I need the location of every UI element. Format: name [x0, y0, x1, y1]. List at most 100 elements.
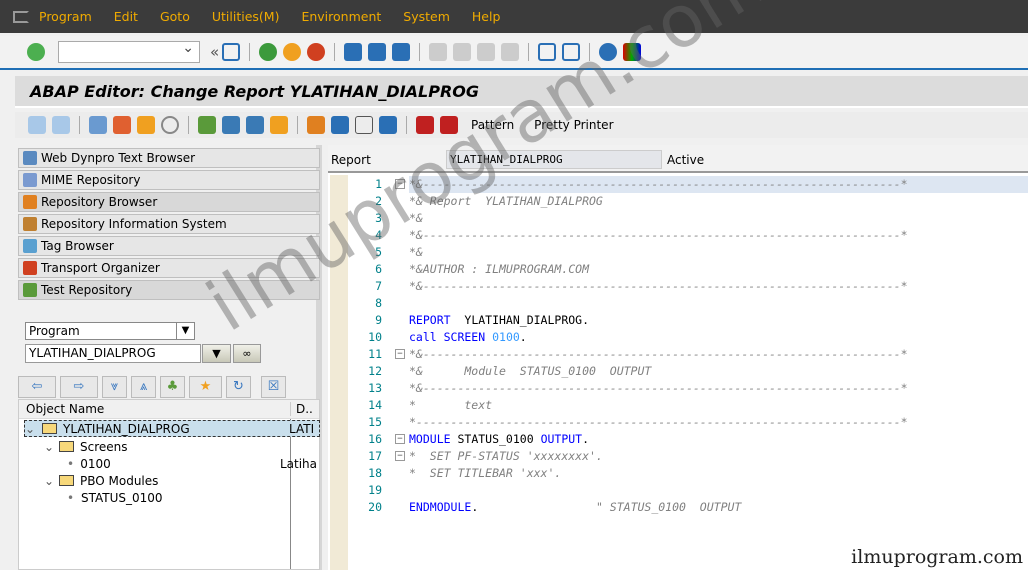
code-line[interactable]: 1 − *&------------------------------------… — [328, 176, 1028, 193]
find-icon[interactable] — [368, 43, 387, 61]
help-icon[interactable] — [599, 43, 618, 61]
new-session-icon[interactable] — [538, 43, 557, 61]
hierarchy-icon[interactable] — [307, 116, 325, 134]
other-object-icon[interactable] — [113, 116, 131, 134]
column-object-name[interactable]: Object Name — [19, 402, 291, 416]
code-line[interactable]: 2 *& Report YLATIHAN_DIALPROG — [328, 193, 1028, 210]
collapse-icon[interactable]: « — [210, 43, 219, 61]
last-page-icon[interactable] — [501, 43, 520, 61]
fold-toggle-icon[interactable]: − — [395, 179, 405, 189]
expand-all-icon[interactable]: ⩔ — [102, 376, 127, 398]
code-line[interactable]: 4 *&-------------------------------------… — [328, 227, 1028, 244]
nav-tag-browser[interactable]: Tag Browser — [18, 236, 320, 256]
chevron-down-icon[interactable]: ⌄ — [44, 440, 59, 454]
indent-icon[interactable] — [331, 116, 349, 134]
nav-transport-organizer[interactable]: Transport Organizer — [18, 258, 320, 278]
shortcut-icon[interactable] — [562, 43, 581, 61]
pattern-button[interactable]: Pattern — [471, 118, 514, 132]
nav-label: Repository Browser — [41, 195, 158, 209]
close-icon[interactable]: ☒ — [261, 376, 286, 398]
hierarchy-up-icon[interactable]: ♣ — [160, 376, 185, 398]
back-arrow-icon[interactable]: ⇦ — [18, 376, 56, 398]
column-description[interactable]: D.. — [291, 402, 313, 416]
code-line[interactable]: 12 *& Module STATUS_0100 OUTPUT — [328, 363, 1028, 380]
code-line[interactable]: 6 *&AUTHOR : ILMUPROGRAM.COM — [328, 261, 1028, 278]
tree-node-screen-0100[interactable]: • 0100 Latiha — [67, 455, 317, 472]
display-change-icon[interactable] — [89, 116, 107, 134]
where-used-icon[interactable] — [198, 116, 216, 134]
nav-test-repository[interactable]: Test Repository — [18, 280, 320, 300]
menu-utilities[interactable]: Utilities(M) — [212, 9, 280, 24]
collapse-all-icon[interactable]: ⩓ — [131, 376, 156, 398]
code-line[interactable]: 16 − MODULE STATUS_0100 OUTPUT. — [328, 431, 1028, 448]
code-line[interactable]: 13 *&------------------------------------… — [328, 380, 1028, 397]
display-object-list-icon[interactable] — [246, 116, 264, 134]
test-icon[interactable] — [222, 116, 240, 134]
back-arrow-icon[interactable] — [28, 116, 46, 134]
fold-toggle-icon[interactable]: − — [395, 349, 405, 359]
menu-goto[interactable]: Goto — [160, 9, 190, 24]
dropdown-button[interactable]: ▼ — [202, 344, 231, 363]
nav-web-dynpro-text-browser[interactable]: Web Dynpro Text Browser — [18, 148, 320, 168]
code-editor[interactable]: 1− *&------------------------------------… — [328, 175, 1028, 570]
favorites-star-icon[interactable]: ★ — [189, 376, 222, 398]
fold-toggle-icon[interactable]: − — [395, 451, 405, 461]
tree-node-status-0100[interactable]: • STATUS_0100 — [67, 489, 163, 506]
code-line[interactable]: 5 *& — [328, 244, 1028, 261]
code-line[interactable]: 10 call SCREEN 0100. — [328, 329, 1028, 346]
code-line[interactable]: 3 *& — [328, 210, 1028, 227]
activate-icon[interactable] — [161, 116, 179, 134]
enter-check-icon[interactable] — [27, 43, 45, 61]
print-icon[interactable] — [344, 43, 363, 61]
display-glasses-icon[interactable]: ∞ — [233, 344, 261, 363]
menu-system[interactable]: System — [403, 9, 450, 24]
object-type-select[interactable]: Program ▼ — [25, 322, 195, 340]
code-line[interactable]: 11 − *&-----------------------------------… — [328, 346, 1028, 363]
code-line[interactable]: 19 — [328, 482, 1028, 499]
nav-mime-repository[interactable]: MIME Repository — [18, 170, 320, 190]
sap-menu-icon[interactable] — [13, 10, 29, 23]
code-line[interactable]: 17 − * SET PF-STATUS 'xxxxxxxx'. — [328, 448, 1028, 465]
chevron-down-icon[interactable]: ⌄ — [25, 422, 42, 436]
list-icon[interactable] — [355, 116, 373, 134]
tree-node-program[interactable]: ⌄ YLATIHAN_DIALPROG LATI — [24, 420, 320, 437]
set-breakpoint-icon[interactable] — [416, 116, 434, 134]
chevron-down-icon[interactable]: ⌄ — [44, 474, 59, 488]
code-line[interactable]: 9 REPORT YLATIHAN_DIALPROG. — [328, 312, 1028, 329]
nav-repository-browser[interactable]: Repository Browser — [18, 192, 320, 212]
forward-arrow-icon[interactable] — [52, 116, 70, 134]
menu-help[interactable]: Help — [472, 9, 501, 24]
tree-node-screens[interactable]: ⌄ Screens — [44, 438, 128, 455]
code-line[interactable]: 15 *-------------------------------------… — [328, 414, 1028, 431]
command-field[interactable] — [58, 40, 200, 63]
menu-environment[interactable]: Environment — [301, 9, 381, 24]
first-page-icon[interactable] — [429, 43, 448, 61]
code-line[interactable]: 14 * text — [328, 397, 1028, 414]
save-icon[interactable] — [222, 43, 241, 61]
refresh-icon[interactable]: ↻ — [226, 376, 251, 398]
external-breakpoint-icon[interactable] — [440, 116, 458, 134]
info-icon[interactable] — [379, 116, 397, 134]
layout-menu-icon[interactable] — [623, 43, 642, 61]
cancel-icon[interactable] — [307, 43, 326, 61]
pretty-printer-button[interactable]: Pretty Printer — [534, 118, 613, 132]
nav-repository-information-system[interactable]: Repository Information System — [18, 214, 320, 234]
code-line[interactable]: 20 ENDMODULE. " STATUS_0100 OUTPUT — [328, 499, 1028, 516]
code-line[interactable]: 7 *&-------------------------------------… — [328, 278, 1028, 295]
code-line[interactable]: 8 — [328, 295, 1028, 312]
code-line[interactable]: 18 * SET TITLEBAR 'xxx'. — [328, 465, 1028, 482]
menu-edit[interactable]: Edit — [114, 9, 138, 24]
find-next-icon[interactable] — [392, 43, 411, 61]
previous-page-icon[interactable] — [453, 43, 472, 61]
object-name-input[interactable]: YLATIHAN_DIALPROG — [25, 344, 201, 363]
tree-node-pbo-modules[interactable]: ⌄ PBO Modules — [44, 472, 158, 489]
back-icon[interactable] — [259, 43, 278, 61]
chevron-down-icon[interactable]: ▼ — [176, 323, 194, 339]
navigation-window-icon[interactable] — [270, 116, 288, 134]
exit-icon[interactable] — [283, 43, 302, 61]
next-page-icon[interactable] — [477, 43, 496, 61]
menu-program[interactable]: Program — [39, 9, 92, 24]
forward-arrow-icon[interactable]: ⇨ — [60, 376, 98, 398]
fold-toggle-icon[interactable]: − — [395, 434, 405, 444]
check-icon[interactable] — [137, 116, 155, 134]
